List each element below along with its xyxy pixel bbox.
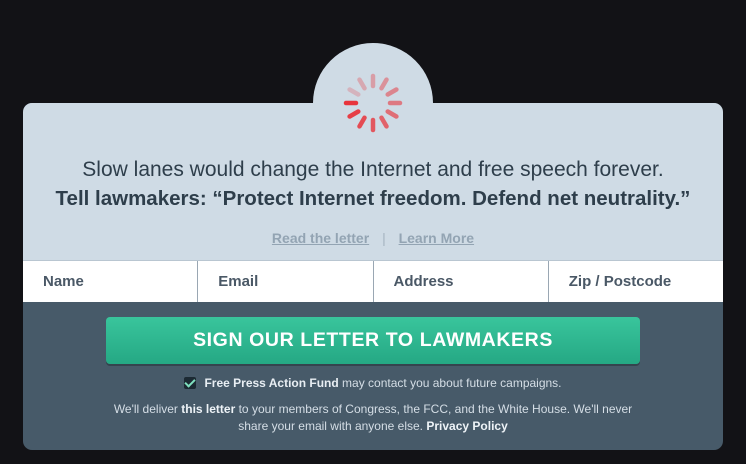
email-input[interactable] bbox=[198, 261, 373, 302]
spinner-spoke bbox=[357, 115, 367, 129]
letter-links: Read the letter | Learn More bbox=[23, 230, 723, 246]
spinner-spoke bbox=[379, 115, 389, 129]
name-input[interactable] bbox=[23, 261, 198, 302]
optin-checkbox[interactable] bbox=[184, 377, 197, 389]
loading-spinner-icon bbox=[343, 73, 403, 133]
name-field-wrap bbox=[23, 261, 199, 302]
sign-letter-button[interactable]: SIGN OUR LETTER TO LAWMAKERS bbox=[106, 317, 640, 364]
spinner-spoke bbox=[347, 109, 361, 119]
optin-row: Free Press Action Fund may contact you a… bbox=[23, 376, 723, 390]
signup-form bbox=[23, 260, 723, 302]
spinner-spoke bbox=[379, 77, 389, 91]
disclaimer-text-1: We'll deliver bbox=[113, 402, 182, 416]
spinner-spoke bbox=[385, 87, 399, 97]
disclaimer-letter-bold: this letter bbox=[181, 402, 236, 416]
learn-more-link[interactable]: Learn More bbox=[399, 230, 474, 246]
address-input[interactable] bbox=[373, 261, 548, 302]
privacy-policy-link[interactable]: Privacy Policy bbox=[426, 419, 507, 433]
email-field-wrap bbox=[198, 261, 374, 302]
zip-input[interactable] bbox=[548, 261, 723, 302]
subheadline: Tell lawmakers: “Protect Internet freedo… bbox=[55, 187, 691, 210]
spinner-spoke bbox=[357, 77, 367, 91]
disclaimer: We'll deliver this letter to your member… bbox=[113, 401, 633, 435]
spinner-spoke bbox=[385, 109, 399, 119]
address-field-wrap bbox=[373, 261, 549, 302]
optin-org: Free Press Action Fund bbox=[204, 376, 339, 390]
zip-field-wrap bbox=[548, 261, 723, 302]
read-letter-link[interactable]: Read the letter bbox=[272, 230, 369, 246]
spinner-spoke bbox=[347, 87, 361, 97]
link-separator: | bbox=[382, 230, 386, 246]
optin-text: may contact you about future campaigns. bbox=[338, 376, 562, 390]
